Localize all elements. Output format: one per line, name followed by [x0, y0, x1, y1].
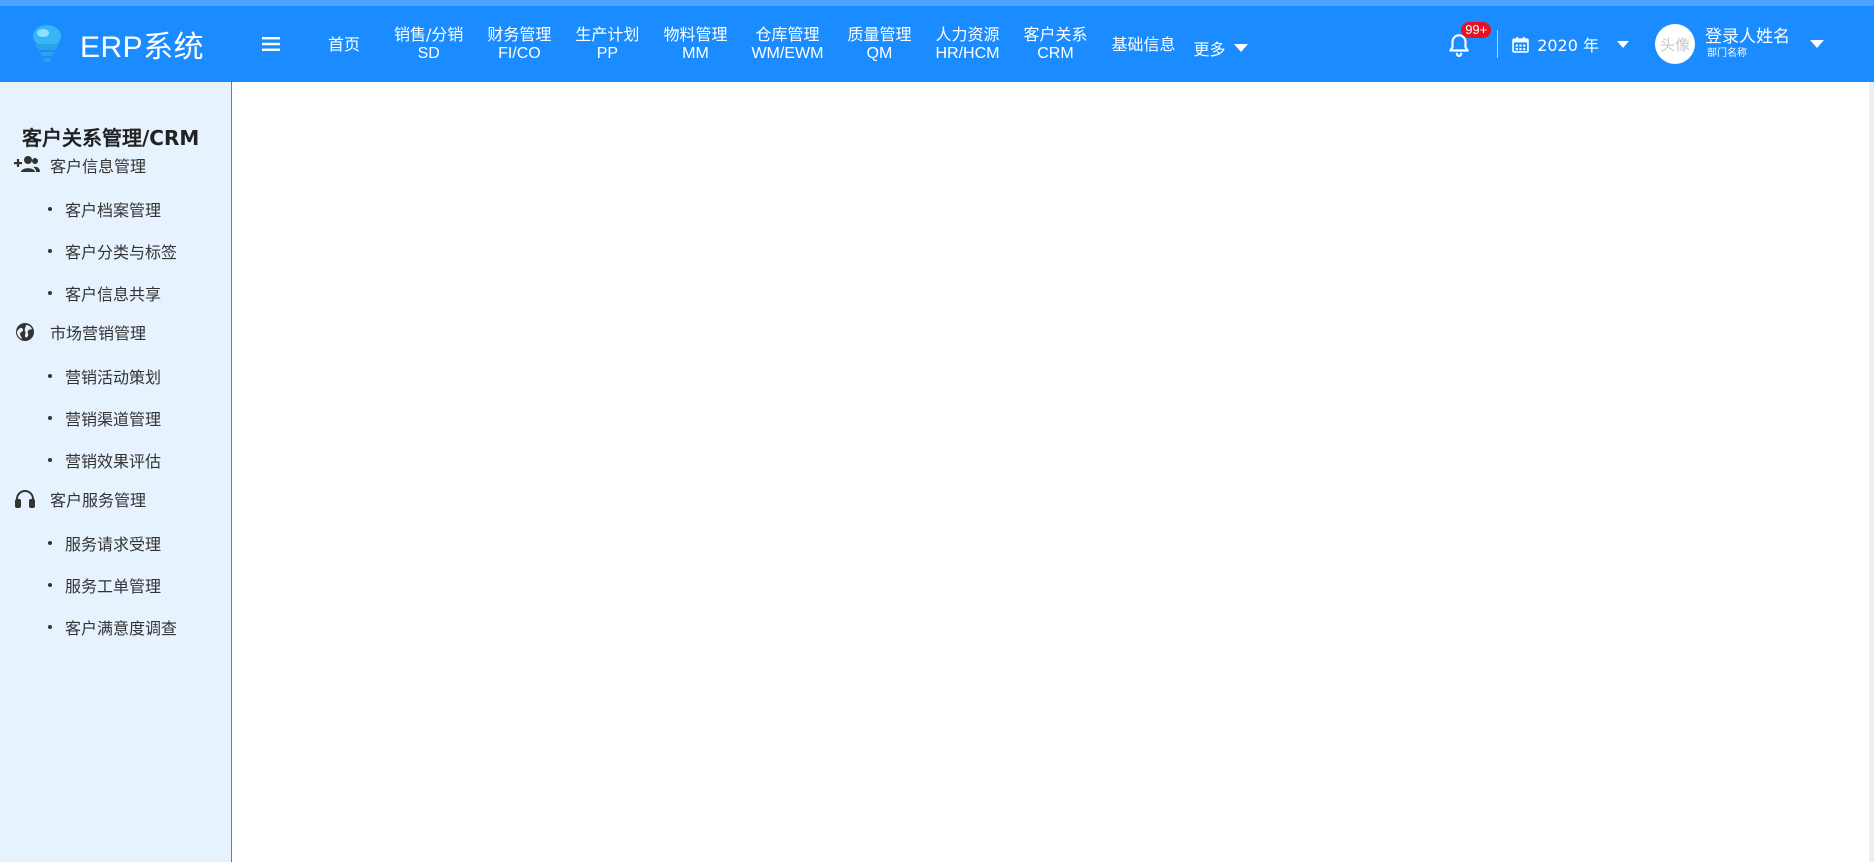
- globe-icon: [16, 323, 34, 341]
- main-content: [233, 82, 1869, 862]
- sidebar-item-campaign-planning[interactable]: 营销活动策划: [48, 364, 161, 388]
- nav-item-pp[interactable]: 生产计划 PP: [563, 6, 651, 82]
- header-bar: ERP系统 首页 销售/分销 SD 财务管理 FI/CO 生产计划 PP 物料管…: [0, 6, 1874, 82]
- sidebar-group-customer-info[interactable]: 客户信息管理: [14, 153, 146, 177]
- sidebar-item-label: 客户信息共享: [65, 285, 162, 304]
- caret-down-icon[interactable]: [1810, 40, 1824, 48]
- nav-label: 人力资源: [935, 25, 1000, 44]
- nav-item-wm[interactable]: 仓库管理 WM/EWM: [739, 6, 835, 82]
- nav-item-crm[interactable]: 客户关系 CRM: [1011, 6, 1099, 82]
- sidebar-item-label: 服务工单管理: [65, 577, 162, 596]
- main-nav: 首页 销售/分销 SD 财务管理 FI/CO 生产计划 PP 物料管理 MM 仓…: [306, 6, 1248, 82]
- nav-item-fico[interactable]: 财务管理 FI/CO: [475, 6, 563, 82]
- headset-icon: [15, 490, 35, 508]
- header-divider: [1497, 30, 1499, 58]
- sidebar-item-service-request[interactable]: 服务请求受理: [48, 531, 161, 555]
- sidebar-item-label: 营销活动策划: [65, 368, 162, 387]
- nav-sub: CRM: [1037, 45, 1074, 62]
- sidebar-title: 客户关系管理/CRM: [22, 126, 200, 150]
- bullet-icon: [48, 625, 52, 629]
- sidebar-group-label: 客户信息管理: [50, 157, 147, 176]
- nav-more-button[interactable]: 更多: [1194, 28, 1248, 60]
- notification-badge: 99+: [1461, 22, 1492, 38]
- nav-label: 销售/分销: [394, 25, 464, 44]
- sidebar-item-channel-management[interactable]: 营销渠道管理: [48, 406, 161, 430]
- nav-label: 物料管理: [663, 25, 728, 44]
- year-label: 2020 年: [1537, 36, 1599, 55]
- nav-sub: QM: [866, 45, 893, 62]
- bullet-icon: [48, 583, 52, 587]
- sidebar-item-label: 营销效果评估: [65, 452, 162, 471]
- nav-sub: HR/HCM: [935, 45, 1000, 62]
- nav-label: 财务管理: [487, 25, 552, 44]
- sidebar-group-label: 市场营销管理: [50, 324, 147, 343]
- sidebar-item-label: 客户满意度调查: [65, 619, 178, 638]
- nav-label: 客户关系: [1023, 25, 1088, 44]
- user-name: 登录人姓名: [1705, 27, 1790, 47]
- scrollbar-track[interactable]: [1869, 82, 1874, 862]
- year-selector[interactable]: 2020 年: [1512, 32, 1629, 56]
- bullet-icon: [48, 374, 52, 378]
- avatar[interactable]: 头像: [1655, 24, 1695, 64]
- nav-item-home[interactable]: 首页: [306, 6, 382, 82]
- calendar-icon: [1512, 36, 1529, 53]
- sidebar-item-satisfaction-survey[interactable]: 客户满意度调查: [48, 615, 177, 639]
- nav-label: 质量管理: [847, 25, 912, 44]
- nav-item-mm[interactable]: 物料管理 MM: [651, 6, 739, 82]
- user-menu[interactable]: 头像 登录人姓名 部门名称: [1655, 24, 1824, 64]
- avatar-text: 头像: [1659, 35, 1690, 54]
- sidebar-group-marketing[interactable]: 市场营销管理: [14, 320, 146, 344]
- nav-item-qm[interactable]: 质量管理 QM: [835, 6, 923, 82]
- bullet-icon: [48, 458, 52, 462]
- bullet-icon: [48, 291, 52, 295]
- nav-sub: SD: [417, 45, 440, 62]
- sidebar-item-label: 营销渠道管理: [65, 410, 162, 429]
- logo[interactable]: ERP系统: [0, 22, 230, 66]
- caret-down-icon: [1233, 44, 1248, 52]
- nav-item-hr[interactable]: 人力资源 HR/HCM: [923, 6, 1011, 82]
- sidebar-item-customer-share[interactable]: 客户信息共享: [48, 281, 161, 305]
- nav-sub: WM/EWM: [751, 45, 824, 62]
- bullet-icon: [48, 541, 52, 545]
- nav-item-basic[interactable]: 基础信息: [1099, 6, 1187, 82]
- nav-label: 基础信息: [1111, 34, 1176, 54]
- sidebar-item-label: 客户分类与标签: [65, 243, 178, 262]
- bullet-icon: [48, 416, 52, 420]
- sidebar-group-label: 客户服务管理: [50, 491, 147, 510]
- nav-sub: MM: [682, 45, 709, 62]
- nav-label: 仓库管理: [755, 25, 820, 44]
- app-title: ERP系统: [80, 31, 205, 64]
- sidebar: 客户关系管理/CRM 客户信息管理 客户档案管理 客户分类与标签 客户信息共享 …: [0, 82, 232, 862]
- nav-sub: FI/CO: [498, 45, 541, 62]
- caret-down-icon: [1617, 40, 1629, 48]
- bullet-icon: [48, 207, 52, 211]
- nav-label: 生产计划: [575, 25, 640, 44]
- bullet-icon: [48, 249, 52, 253]
- sidebar-item-label: 服务请求受理: [65, 535, 162, 554]
- sidebar-item-customer-archive[interactable]: 客户档案管理: [48, 197, 161, 221]
- nav-more-label: 更多: [1193, 40, 1226, 59]
- sidebar-group-customer-service[interactable]: 客户服务管理: [14, 487, 146, 511]
- notification-button[interactable]: 99+: [1439, 22, 1492, 64]
- logo-icon: [33, 25, 61, 62]
- sidebar-item-effect-evaluation[interactable]: 营销效果评估: [48, 448, 161, 472]
- user-dept: 部门名称: [1707, 48, 1747, 59]
- hamburger-icon[interactable]: [250, 24, 292, 64]
- nav-label: 首页: [327, 34, 360, 54]
- sidebar-item-customer-tags[interactable]: 客户分类与标签: [48, 239, 177, 263]
- header-right: 99+ 2020 年 头像 登录人姓名 部门名称: [1439, 6, 1874, 82]
- sidebar-item-work-order[interactable]: 服务工单管理: [48, 573, 161, 597]
- nav-item-sd[interactable]: 销售/分销 SD: [382, 6, 475, 82]
- user-info: 登录人姓名 部门名称: [1705, 27, 1790, 61]
- user-add-icon: [14, 156, 40, 172]
- sidebar-item-label: 客户档案管理: [65, 201, 162, 220]
- nav-sub: PP: [596, 45, 619, 62]
